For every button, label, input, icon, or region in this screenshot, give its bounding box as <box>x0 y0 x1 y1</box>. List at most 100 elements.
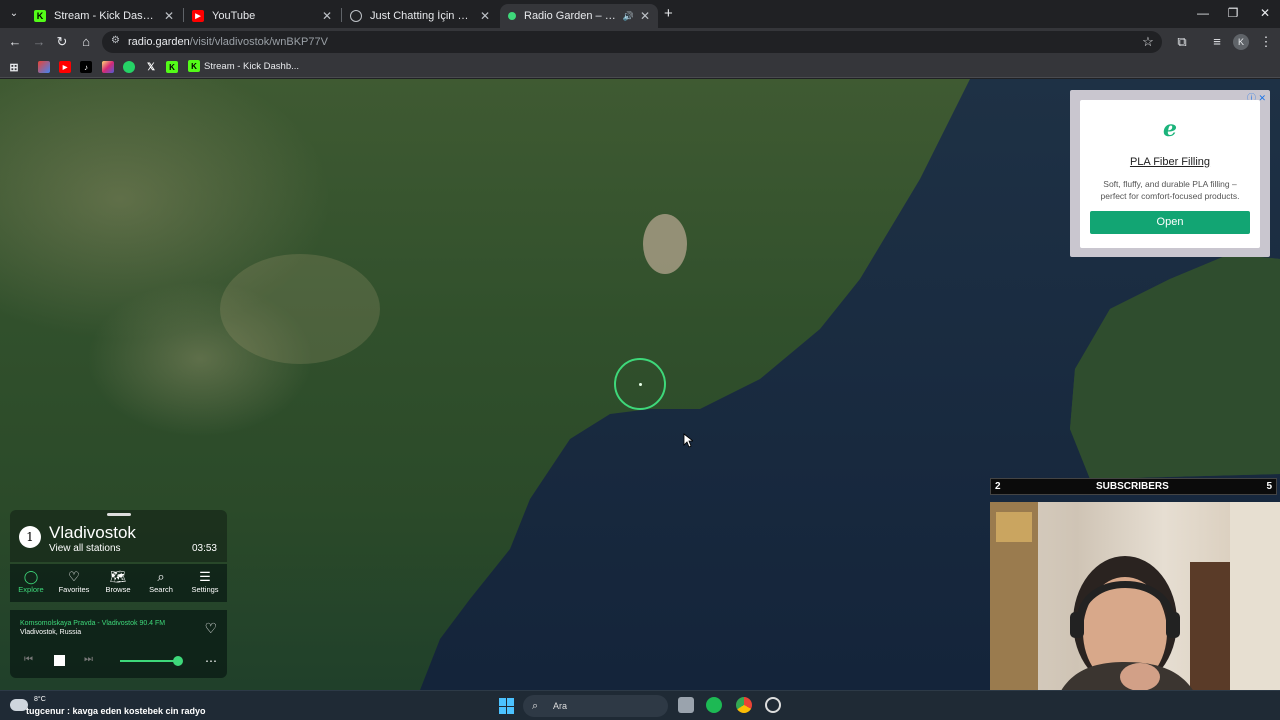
tab-strip: ⌄ K Stream - Kick Dashboard ✕ ▶ YouTube … <box>0 0 1280 28</box>
x-icon[interactable]: 𝕏 <box>145 61 157 73</box>
kick-icon: K <box>188 60 200 72</box>
app-icon[interactable] <box>765 697 781 713</box>
search-placeholder: Ara <box>553 701 568 711</box>
restore-icon[interactable]: ❐ <box>1218 6 1248 20</box>
windows-start-icon[interactable] <box>499 698 515 714</box>
page-icon <box>350 10 362 22</box>
nav-explore[interactable]: ◯ Explore <box>11 569 51 594</box>
nav-label: Search <box>149 585 173 594</box>
instagram-icon[interactable] <box>102 61 114 73</box>
ad-banner: ⓘ ✕ e PLA Fiber Filling Soft, fluffy, an… <box>1070 90 1270 257</box>
station-name[interactable]: Komsomolskaya Pravda - Vladivostok 90.4 … <box>20 620 165 627</box>
tiktok-icon[interactable]: ♪ <box>80 61 92 73</box>
kebab-menu-icon[interactable]: ⋮ <box>1256 34 1276 50</box>
tab-title: Just Chatting İçin Siteler <box>370 10 474 22</box>
tab-youtube[interactable]: ▶ YouTube ✕ <box>184 4 340 28</box>
radio-nav-bar: ◯ Explore ♡ Favorites 🗺 Browse ⌕ Search … <box>10 564 227 602</box>
back-icon[interactable]: ← <box>5 34 25 50</box>
close-icon[interactable]: ✕ <box>480 9 490 23</box>
nav-search[interactable]: ⌕ Search <box>141 569 181 594</box>
mouse-cursor <box>683 433 693 448</box>
weather-temperature[interactable]: 8°C <box>34 696 46 703</box>
whatsapp-icon[interactable] <box>123 61 135 73</box>
subs-goal-count: 5 <box>1266 481 1272 492</box>
local-time: 03:53 <box>191 543 217 554</box>
taskbar-search[interactable]: ⌕ Ara <box>523 695 668 717</box>
heart-icon: ♡ <box>68 569 80 584</box>
bookmark-star-icon[interactable]: ☆ <box>1138 34 1158 50</box>
search-icon: ⌕ <box>532 700 539 712</box>
nav-label: Favorites <box>58 585 90 594</box>
webcam-feed <box>990 502 1280 720</box>
site-info-icon[interactable]: ⚙ <box>111 35 120 46</box>
youtube-icon: ▶ <box>192 10 204 22</box>
nav-label: Explore <box>18 585 44 594</box>
reload-icon[interactable]: ↻ <box>52 34 72 50</box>
kick-icon: K <box>34 10 46 22</box>
favorite-heart-icon[interactable]: ♡ <box>204 620 217 637</box>
close-icon[interactable]: ✕ <box>164 9 174 23</box>
bookmarks-bar: ⊞ ▶ ♪ 𝕏 K K Stream - Kick Dashb... <box>0 56 1280 78</box>
volume-knob[interactable] <box>173 656 183 666</box>
forward-icon[interactable]: → <box>29 34 49 50</box>
file-explorer-icon[interactable] <box>678 697 694 713</box>
tab-radio-garden[interactable]: Radio Garden – Vladivostok 🔊 ✕ <box>500 4 658 28</box>
tab-title: Radio Garden – Vladivostok <box>524 10 619 22</box>
media-control-icon[interactable]: ≡ <box>1207 34 1227 50</box>
home-icon[interactable]: ⌂ <box>76 34 96 50</box>
close-icon[interactable]: ✕ <box>640 9 650 23</box>
bookmark-label: Stream - Kick Dashb... <box>204 60 300 72</box>
view-all-stations-link[interactable]: View all stations <box>49 543 121 554</box>
tab-search-button[interactable]: ⌄ <box>6 6 22 22</box>
ad-title[interactable]: PLA Fiber Filling <box>1080 156 1260 168</box>
stop-button[interactable] <box>54 655 65 666</box>
previous-icon[interactable]: ⏮ <box>24 654 33 665</box>
nav-settings[interactable]: ☰ Settings <box>185 569 225 594</box>
spotify-icon[interactable] <box>706 697 722 713</box>
close-window-icon[interactable]: ✕ <box>1250 6 1280 20</box>
close-icon[interactable]: ✕ <box>322 9 332 23</box>
apps-grid-icon[interactable]: ⊞ <box>8 61 20 74</box>
ad-card[interactable]: e PLA Fiber Filling Soft, fluffy, and du… <box>1080 100 1260 248</box>
nav-label: Browse <box>105 585 131 594</box>
next-icon[interactable]: ⏭ <box>84 654 93 665</box>
youtube-icon[interactable]: ▶ <box>59 61 71 73</box>
station-location: Vladivostok, Russia <box>20 629 82 636</box>
nav-browse[interactable]: 🗺 Browse <box>98 569 138 594</box>
drag-handle[interactable] <box>107 513 131 516</box>
subscribers-goal-bar: 2 SUBSCRIBERS 5 <box>990 478 1277 495</box>
tab-title: Stream - Kick Dashboard <box>54 10 158 22</box>
station-marker[interactable] <box>614 358 666 410</box>
explore-icon: ◯ <box>23 569 39 584</box>
ad-open-button[interactable]: Open <box>1090 211 1250 234</box>
subs-label: SUBSCRIBERS <box>1096 481 1169 492</box>
brand-logo-icon: e <box>1163 116 1177 142</box>
tab-title: YouTube <box>212 10 256 22</box>
map-icon: 🗺 <box>109 569 127 584</box>
subs-current-count: 2 <box>995 481 1001 492</box>
address-bar[interactable]: ⚙ radio.garden/visit/vladivostok/wnBKP77… <box>102 31 1162 53</box>
url-path: /visit/vladivostok/wnBKP77V <box>189 36 328 48</box>
stream-chat-ticker: tugcenur : kavga eden kostebek cin radyo <box>26 706 206 716</box>
bookmark-kick-dashboard[interactable]: K Stream - Kick Dashb... <box>188 60 299 72</box>
kick-icon[interactable]: K <box>166 61 178 73</box>
chrome-icon[interactable] <box>736 697 752 713</box>
location-header[interactable]: 1 Vladivostok View all stations 03:53 <box>10 510 227 562</box>
city-name: Vladivostok <box>49 523 136 542</box>
gmail-icon[interactable] <box>38 61 50 73</box>
menu-icon: ☰ <box>199 569 211 584</box>
extensions-icon[interactable]: ⧉ <box>1172 34 1192 50</box>
browser-toolbar: ← → ↻ ⌂ ⚙ radio.garden/visit/vladivostok… <box>0 28 1280 56</box>
minimize-icon[interactable]: — <box>1188 6 1218 20</box>
volume-slider[interactable] <box>120 660 178 662</box>
tab-kick-dashboard[interactable]: K Stream - Kick Dashboard ✕ <box>26 4 182 28</box>
nav-favorites[interactable]: ♡ Favorites <box>54 569 94 594</box>
new-tab-button[interactable]: + <box>664 5 673 22</box>
audio-player: Komsomolskaya Pravda - Vladivostok 90.4 … <box>10 610 227 678</box>
tab-just-chatting[interactable]: Just Chatting İçin Siteler ✕ <box>342 4 498 28</box>
station-count-badge: 1 <box>19 526 41 548</box>
streamer-video <box>990 502 1280 720</box>
more-options-icon[interactable]: ⋯ <box>205 654 217 668</box>
speaker-icon[interactable]: 🔊 <box>623 11 634 22</box>
profile-avatar[interactable]: K <box>1233 34 1249 50</box>
